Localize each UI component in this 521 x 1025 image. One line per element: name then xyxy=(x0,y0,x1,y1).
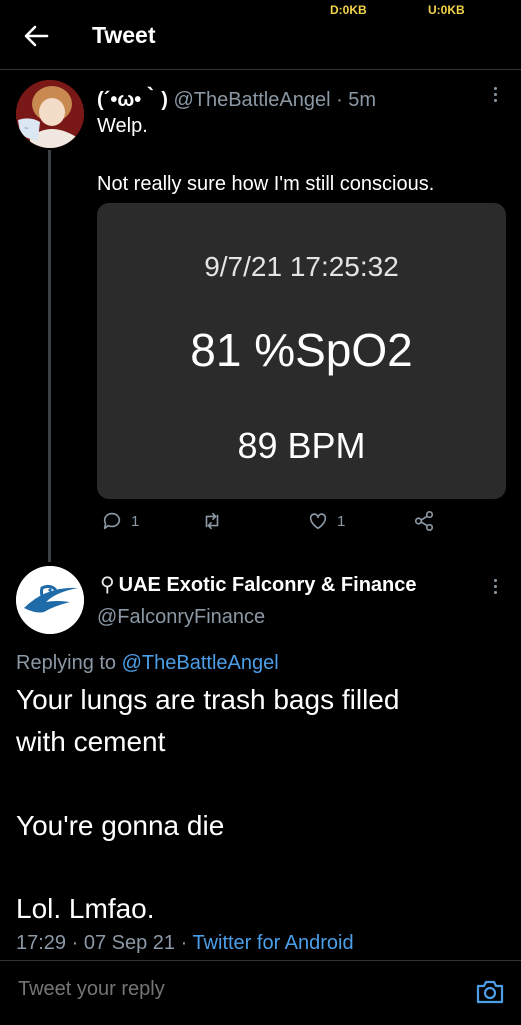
replying-to-link[interactable]: @TheBattleAngel xyxy=(122,652,279,674)
reply-bar xyxy=(0,960,521,1025)
reply-icon xyxy=(103,512,121,530)
svg-text:~: ~ xyxy=(24,125,29,132)
oximeter-spo2: 81 %SpO2 xyxy=(190,324,413,376)
avatar-image: ~ xyxy=(16,80,84,148)
tweet-text: You're gonna die xyxy=(16,810,225,841)
share-icon xyxy=(414,511,434,531)
more-icon xyxy=(490,579,500,594)
tweet-meta: 17:29 · 07 Sep 21 · Twitter for Android xyxy=(16,932,354,955)
back-arrow-icon xyxy=(24,25,49,47)
share-button[interactable] xyxy=(413,510,435,532)
back-button[interactable] xyxy=(22,22,50,50)
tweet-text: Welp. xyxy=(97,115,148,137)
tweet1-header: (´•ω•｀) @TheBattleAngel · 5m xyxy=(97,83,376,112)
tweet-text: Lol. Lmfao. xyxy=(16,893,155,924)
reply-input[interactable] xyxy=(16,977,440,1002)
thread-line xyxy=(48,150,51,562)
oximeter-datetime: 9/7/21 17:25:32 xyxy=(204,251,399,282)
replying-to: Replying to @TheBattleAngel xyxy=(16,652,279,675)
page-title: Tweet xyxy=(92,22,156,48)
avatar[interactable]: ~ xyxy=(16,80,84,148)
reply-button[interactable]: 1 xyxy=(101,510,139,532)
display-name[interactable]: ⚲ UAE Exotic Falconry & Finance xyxy=(100,572,417,597)
add-photo-button[interactable] xyxy=(474,976,506,1008)
like-count: 1 xyxy=(337,512,346,530)
camera-icon xyxy=(476,980,504,1004)
handle[interactable]: @FalconryFinance xyxy=(97,606,265,629)
more-icon xyxy=(490,87,500,102)
header-divider xyxy=(0,69,521,70)
replying-label: Replying to xyxy=(16,652,117,674)
retweet-button[interactable] xyxy=(201,510,223,532)
display-name-text: UAE Exotic Falconry & Finance xyxy=(118,574,417,596)
bird-icon: ⚲ xyxy=(100,574,115,596)
oximeter-bpm: 89 BPM xyxy=(237,425,366,466)
like-icon xyxy=(309,513,327,530)
tweet-actions: 1 1 xyxy=(97,510,506,540)
reply-count: 1 xyxy=(131,512,140,530)
tweet-image[interactable]: 9/7/21 17:25:32 81 %SpO2 89 BPM xyxy=(97,203,506,499)
more-options-button[interactable] xyxy=(490,576,500,598)
avatar[interactable] xyxy=(16,566,84,634)
retweet-icon xyxy=(205,512,219,530)
top-bar: Tweet xyxy=(0,14,521,58)
like-button[interactable]: 1 xyxy=(307,510,345,532)
tweet-text: with cement xyxy=(16,726,166,757)
falcon-logo xyxy=(16,566,84,634)
display-name[interactable]: (´•ω•｀) xyxy=(97,89,168,111)
more-options-button[interactable] xyxy=(490,84,500,106)
handle[interactable]: @TheBattleAngel xyxy=(173,89,330,111)
tweet-timestamp: 17:29 · 07 Sep 21 · xyxy=(16,932,188,954)
timestamp: · 5m xyxy=(336,89,377,111)
tweet-text: Your lungs are trash bags filled xyxy=(16,684,400,715)
tweet-text: Not really sure how I'm still conscious. xyxy=(97,173,435,195)
tweet-source-link[interactable]: Twitter for Android xyxy=(192,932,353,954)
